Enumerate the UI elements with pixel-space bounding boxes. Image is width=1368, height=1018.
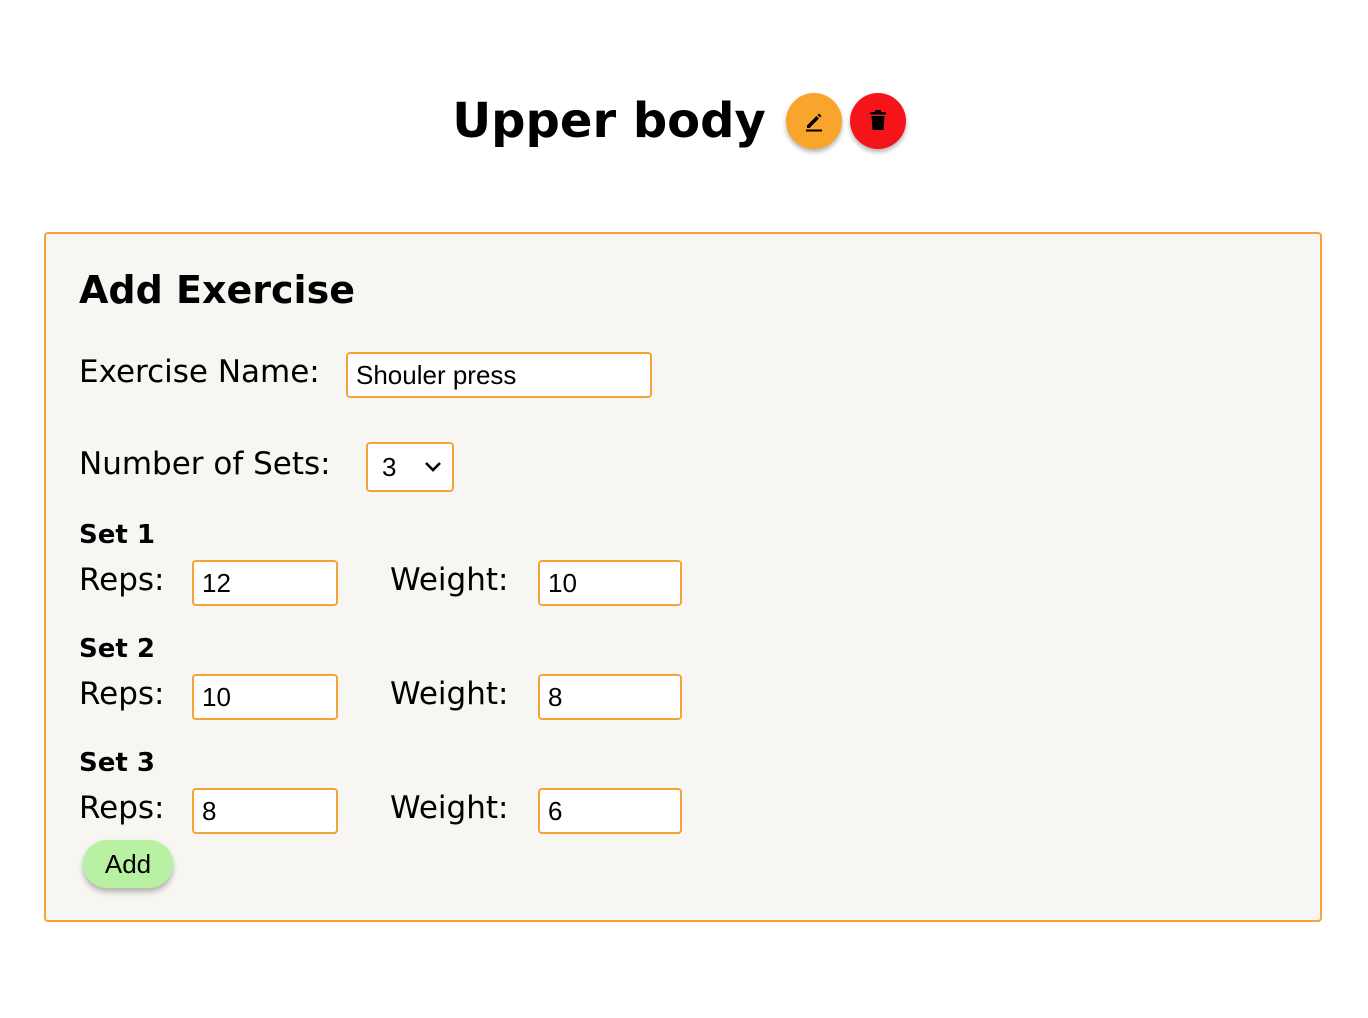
edit-pencil-icon — [805, 113, 822, 132]
set-2-weight-label: Weight: — [390, 676, 509, 712]
edit-workout-button[interactable] — [785, 93, 842, 149]
exercise-name-input[interactable] — [346, 352, 652, 398]
set-3-reps-input[interactable] — [192, 788, 338, 834]
set-3-weight-input[interactable] — [538, 788, 682, 834]
add-exercise-panel: Add Exercise Exercise Name: Number of Se… — [44, 232, 1322, 922]
set-1-weight-input[interactable] — [538, 560, 682, 606]
set-3-reps-label: Reps: — [79, 790, 165, 826]
set-3-label: Set 3 — [79, 748, 155, 778]
number-of-sets-select[interactable]: 3 — [366, 442, 454, 492]
set-1-reps-label: Reps: — [79, 562, 165, 598]
delete-workout-button[interactable] — [849, 93, 906, 149]
number-of-sets-value: 3 — [382, 451, 397, 482]
exercise-name-label: Exercise Name: — [79, 354, 320, 390]
chevron-down-icon — [425, 462, 441, 472]
workout-title: Upper body — [452, 93, 766, 149]
set-1-label: Set 1 — [79, 520, 155, 550]
set-1-reps-input[interactable] — [192, 560, 338, 606]
set-2-reps-input[interactable] — [192, 674, 338, 720]
set-2-reps-label: Reps: — [79, 676, 165, 712]
add-exercise-heading: Add Exercise — [79, 268, 355, 312]
number-of-sets-label: Number of Sets: — [79, 446, 331, 482]
add-exercise-button[interactable]: Add — [83, 840, 173, 888]
workout-header: Upper body — [0, 92, 1368, 150]
set-2-label: Set 2 — [79, 634, 155, 664]
set-1-weight-label: Weight: — [390, 562, 509, 598]
trash-icon — [869, 110, 886, 130]
set-2-weight-input[interactable] — [538, 674, 682, 720]
set-3-weight-label: Weight: — [390, 790, 509, 826]
